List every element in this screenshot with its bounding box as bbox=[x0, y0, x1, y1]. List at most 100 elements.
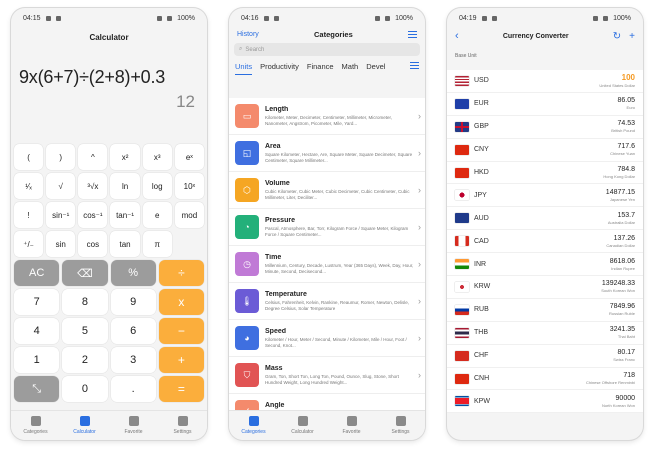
nav-calculator[interactable]: Calculator bbox=[65, 416, 105, 435]
sci-key[interactable]: π bbox=[142, 231, 172, 257]
category-item[interactable]: ◷ Time Millennium, Century, Decade, Lustru… bbox=[229, 246, 425, 283]
refresh-icon[interactable]: ↻ bbox=[613, 31, 621, 42]
currency-value[interactable]: 718 bbox=[586, 372, 635, 379]
tab-1[interactable]: Productivity bbox=[260, 62, 299, 75]
calc-key[interactable]: = bbox=[158, 376, 204, 402]
sci-key[interactable]: x² bbox=[110, 144, 140, 170]
sci-key[interactable]: sin⁻¹ bbox=[46, 202, 76, 228]
sci-key[interactable]: tan bbox=[110, 231, 140, 257]
currency-value[interactable]: 100 bbox=[599, 73, 635, 82]
sci-key[interactable]: tan⁻¹ bbox=[110, 202, 140, 228]
category-item[interactable]: ◔ Pressure Pascal, Atmosphere, Bar, Torr, … bbox=[229, 209, 425, 246]
currency-row[interactable]: GBP 74.53 British Pound bbox=[447, 116, 643, 139]
currency-value[interactable]: 80.17 bbox=[613, 349, 635, 356]
calc-key[interactable]: ⤡ bbox=[14, 376, 60, 402]
currency-row[interactable]: INR 8618.06 Indian Rupee bbox=[447, 253, 643, 277]
sci-key[interactable]: ( bbox=[14, 144, 44, 170]
sci-key[interactable]: ! bbox=[14, 202, 44, 228]
sci-key[interactable]: e bbox=[142, 202, 172, 228]
currency-value[interactable]: 14877.15 bbox=[606, 189, 635, 196]
currency-value[interactable]: 784.8 bbox=[603, 166, 635, 173]
sci-key[interactable]: ln bbox=[110, 173, 140, 199]
tab-3[interactable]: Math bbox=[342, 62, 359, 75]
nav-settings[interactable]: Settings bbox=[381, 416, 421, 435]
menu-icon[interactable] bbox=[410, 62, 419, 71]
calc-key[interactable]: 4 bbox=[14, 318, 60, 344]
calc-key[interactable]: AC bbox=[14, 260, 60, 286]
sci-key[interactable]: ^ bbox=[78, 144, 108, 170]
calc-key[interactable]: 3 bbox=[110, 347, 156, 373]
calc-key[interactable]: . bbox=[110, 376, 156, 402]
sci-key[interactable]: ³√x bbox=[78, 173, 108, 199]
list-view-icon[interactable] bbox=[407, 31, 417, 38]
category-item[interactable]: 🌡 Temperature Celsius, Fahrenheit, Kelvin,… bbox=[229, 283, 425, 320]
back-icon[interactable]: ‹ bbox=[455, 30, 459, 42]
tab-2[interactable]: Finance bbox=[307, 62, 334, 75]
currency-row[interactable]: THB 3241.35 Thai Baht bbox=[447, 322, 643, 345]
category-item[interactable]: ∠Angle› bbox=[229, 394, 425, 410]
nav-calculator[interactable]: Calculator bbox=[283, 416, 323, 435]
sci-key[interactable]: √ bbox=[46, 173, 76, 199]
currency-value[interactable]: 717.6 bbox=[610, 143, 635, 150]
sci-key[interactable]: ⁺/₋ bbox=[14, 231, 44, 257]
category-item[interactable]: ⛉ Mass Gram, Ton, Short Ton, Long Ton, Pou… bbox=[229, 357, 425, 394]
currency-row[interactable]: CAD 137.26 Canadian Dollar bbox=[447, 230, 643, 254]
calc-key[interactable]: ÷ bbox=[158, 260, 204, 286]
calc-key[interactable]: 0 bbox=[62, 376, 108, 402]
currency-row[interactable]: KPW 90000 North Korean Won bbox=[447, 390, 643, 414]
currency-row[interactable]: KRW 139248.33 South Korean Won bbox=[447, 276, 643, 299]
sci-key[interactable]: ¹⁄ₓ bbox=[14, 173, 44, 199]
search-input[interactable]: ⌕ Search bbox=[234, 43, 420, 56]
tab-4[interactable]: Devel bbox=[366, 62, 385, 75]
currency-value[interactable]: 137.26 bbox=[606, 235, 635, 242]
calc-key[interactable]: % bbox=[110, 260, 156, 286]
calc-key[interactable]: + bbox=[158, 347, 204, 373]
calc-key[interactable]: ⌫ bbox=[62, 260, 108, 286]
currency-value[interactable]: 86.05 bbox=[617, 97, 635, 104]
calc-key[interactable]: 5 bbox=[62, 318, 108, 344]
currency-row[interactable]: AUD 153.7 Australia Dollar bbox=[447, 207, 643, 231]
sci-key[interactable]: ) bbox=[46, 144, 76, 170]
calc-key[interactable]: 6 bbox=[110, 318, 156, 344]
nav-favorite[interactable]: Favorite bbox=[332, 416, 372, 435]
currency-row[interactable]: CNH 718 Chinese Offshore Renminbi bbox=[447, 368, 643, 391]
sci-key[interactable]: 10ˣ bbox=[174, 173, 204, 199]
nav-categories[interactable]: Categories bbox=[234, 416, 274, 435]
nav-categories[interactable]: Categories bbox=[16, 416, 56, 435]
currency-row[interactable]: CNY 717.6 Chinese Yuan bbox=[447, 139, 643, 162]
calc-key[interactable]: 1 bbox=[14, 347, 60, 373]
currency-value[interactable]: 74.53 bbox=[611, 120, 635, 127]
sci-key[interactable]: sin bbox=[46, 231, 76, 257]
currency-value[interactable]: 8618.06 bbox=[610, 258, 635, 265]
calc-key[interactable]: x bbox=[158, 289, 204, 315]
currency-value[interactable]: 7849.96 bbox=[609, 303, 635, 310]
calc-key[interactable]: 2 bbox=[62, 347, 108, 373]
sci-key[interactable]: eˣ bbox=[174, 144, 204, 170]
calc-key[interactable]: 8 bbox=[62, 289, 108, 315]
category-item[interactable]: ▭ Length Kilometer, Meter, Decimeter, Cent… bbox=[229, 98, 425, 135]
sci-key[interactable]: cos bbox=[78, 231, 108, 257]
currency-value[interactable]: 3241.35 bbox=[610, 326, 635, 333]
currency-row[interactable]: CHF 80.17 Swiss Franc bbox=[447, 345, 643, 368]
calc-key[interactable]: 9 bbox=[110, 289, 156, 315]
currency-row[interactable]: RUB 7849.96 Russian Ruble bbox=[447, 299, 643, 322]
currency-row[interactable]: EUR 86.05 Euro bbox=[447, 93, 643, 116]
currency-value[interactable]: 153.7 bbox=[608, 212, 635, 219]
category-item[interactable]: ◱ Area Square Kilometer, Hectare, Are, Squ… bbox=[229, 135, 425, 172]
nav-favorite[interactable]: Favorite bbox=[114, 416, 154, 435]
sci-key[interactable]: mod bbox=[174, 202, 204, 228]
sci-key[interactable]: x³ bbox=[142, 144, 172, 170]
currency-row[interactable]: JPY 14877.15 Japanese Yen bbox=[447, 184, 643, 208]
history-link[interactable]: History bbox=[237, 31, 259, 38]
calc-key[interactable]: − bbox=[158, 318, 204, 344]
sci-key[interactable]: log bbox=[142, 173, 172, 199]
add-icon[interactable]: + bbox=[629, 31, 635, 42]
currency-value[interactable]: 90000 bbox=[602, 395, 635, 402]
sci-key[interactable]: cos⁻¹ bbox=[78, 202, 108, 228]
currency-row[interactable]: HKD 784.8 Hong Kong Dollar bbox=[447, 162, 643, 185]
currency-value[interactable]: 139248.33 bbox=[601, 280, 635, 287]
currency-row[interactable]: USD 100 United States Dollar bbox=[447, 70, 643, 93]
category-item[interactable]: ⬡ Volume Cubic Kilometer, Cubic Meter, Cub… bbox=[229, 172, 425, 209]
nav-settings[interactable]: Settings bbox=[163, 416, 203, 435]
tab-0[interactable]: Units bbox=[235, 62, 253, 75]
